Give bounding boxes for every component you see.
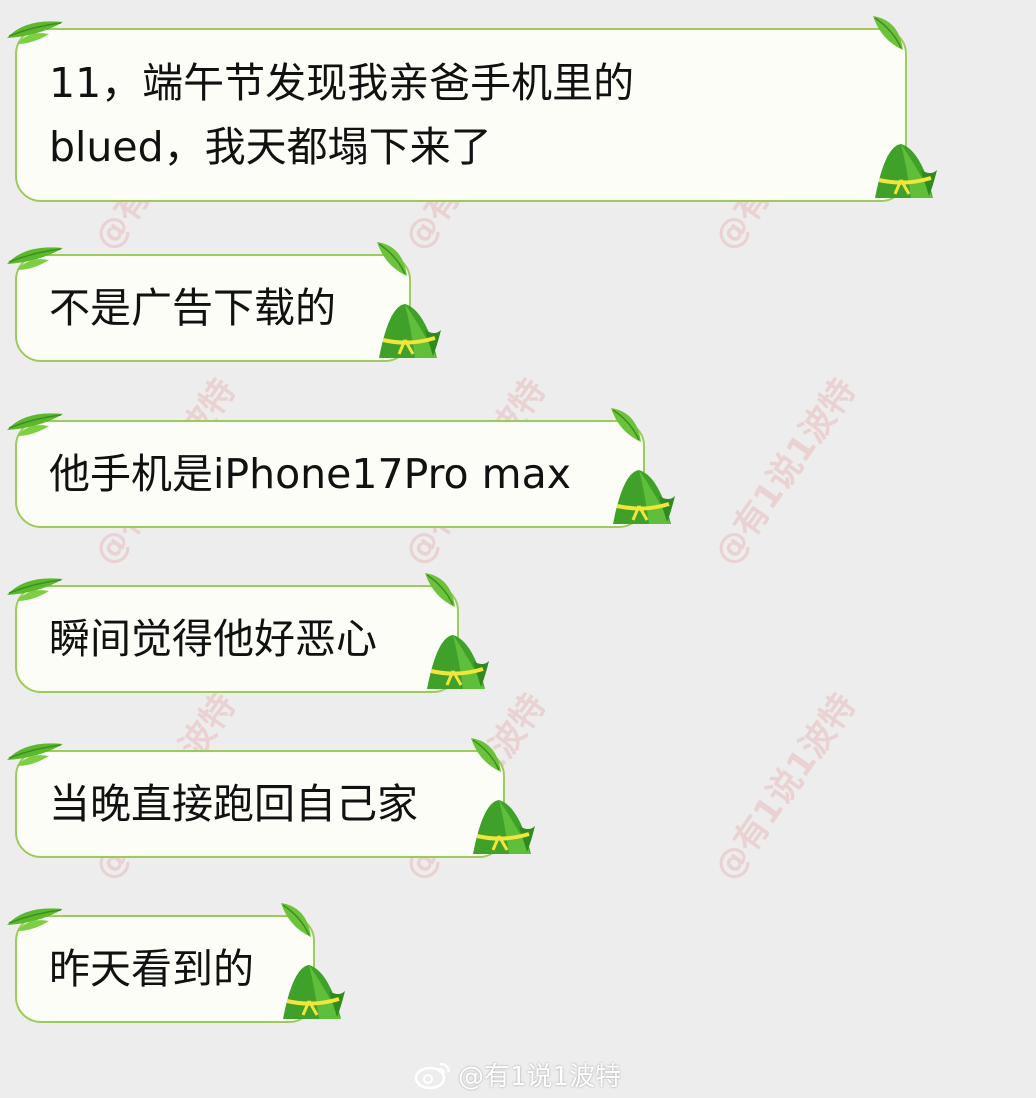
message-bubble[interactable]: 不是广告下载的: [7, 242, 441, 362]
zongzi-icon: [613, 470, 675, 524]
zongzi-icon: [875, 144, 937, 198]
message-text: 瞬间觉得他好恶心: [49, 615, 377, 663]
message-bubble[interactable]: 昨天看到的: [7, 903, 345, 1023]
chat-screen: @有1说1波特 @有1说1波特 @有1说1波特 @有1说1波特 @有1说1波特 …: [0, 0, 1036, 1098]
message-bubble[interactable]: 当晚直接跑回自己家: [7, 738, 535, 858]
footer-watermark: @有1说1波特: [414, 1056, 621, 1093]
bamboo-leaf-icon: [281, 903, 311, 937]
weibo-icon: [414, 1062, 451, 1089]
message-text: 11，端午节发现我亲爸手机里的blued，我天都塌下来了: [49, 59, 635, 171]
bamboo-leaf-icon: [7, 578, 63, 601]
bamboo-leaf-icon: [7, 247, 63, 270]
bamboo-leaf-icon: [7, 743, 63, 766]
zongzi-icon: [473, 800, 535, 854]
message-bubble[interactable]: 瞬间觉得他好恶心: [7, 573, 489, 693]
zongzi-icon: [427, 635, 489, 689]
message-text: 昨天看到的: [49, 945, 254, 993]
zongzi-icon: [379, 304, 441, 358]
bamboo-leaf-icon: [377, 242, 407, 276]
bamboo-leaf-icon: [7, 908, 63, 931]
message-text: 他手机是iPhone17Pro max: [49, 450, 571, 498]
message-bubble[interactable]: 11，端午节发现我亲爸手机里的blued，我天都塌下来了: [7, 16, 937, 202]
message-bubble[interactable]: 他手机是iPhone17Pro max: [7, 408, 675, 528]
bamboo-leaf-icon: [873, 16, 903, 50]
bamboo-leaf-icon: [611, 408, 641, 442]
bamboo-leaf-icon: [7, 21, 63, 44]
watermark: @有1说1波特: [706, 686, 864, 888]
bamboo-leaf-icon: [471, 738, 501, 772]
message-text: 不是广告下载的: [49, 284, 336, 332]
zongzi-icon: [283, 965, 345, 1019]
watermark: @有1说1波特: [706, 371, 864, 573]
bamboo-leaf-icon: [7, 413, 63, 436]
message-text: 当晚直接跑回自己家: [49, 780, 418, 828]
footer-handle: @有1说1波特: [458, 1062, 622, 1092]
bamboo-leaf-icon: [425, 573, 455, 607]
